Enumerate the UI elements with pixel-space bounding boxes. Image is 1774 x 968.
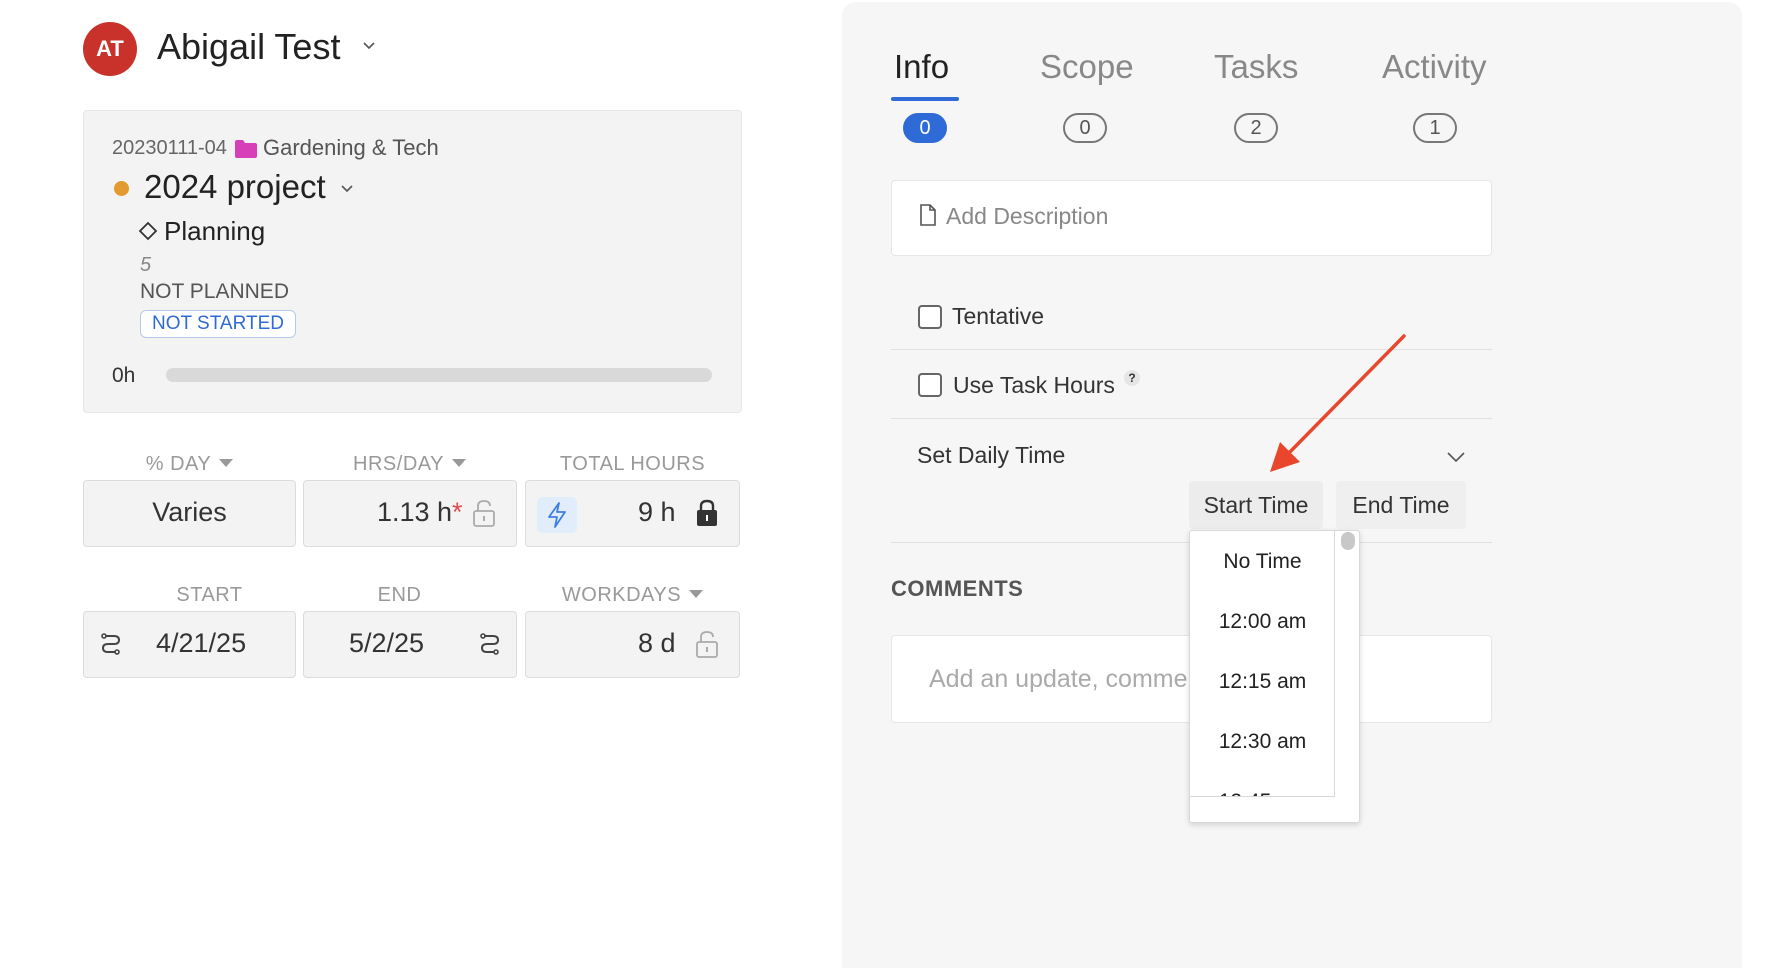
- annotation-arrow-icon: [1270, 334, 1406, 472]
- time-option[interactable]: 12:00 am: [1190, 592, 1334, 652]
- dependency-link-icon[interactable]: [478, 630, 502, 660]
- hrs-day-value: 1.13 h: [377, 497, 453, 527]
- start-date-value: 4/21/25: [156, 628, 247, 658]
- lock-icon[interactable]: [695, 498, 719, 528]
- total-hours-value: 9 h: [638, 497, 676, 527]
- time-option[interactable]: 12:15 am: [1190, 652, 1334, 712]
- active-tab-indicator: [891, 97, 959, 101]
- time-option[interactable]: 12:45 am: [1190, 772, 1334, 796]
- chevron-down-icon[interactable]: [1446, 449, 1466, 465]
- phase-number: 5: [140, 254, 152, 276]
- status-dot: [114, 181, 129, 196]
- chevron-down-icon[interactable]: [340, 182, 354, 196]
- start-time-button[interactable]: Start Time: [1189, 481, 1323, 529]
- total-hours-label: TOTAL HOURS: [559, 453, 706, 475]
- progress-bar: [166, 368, 712, 382]
- pct-day-label[interactable]: % DAY: [83, 453, 296, 476]
- caret-down-icon[interactable]: [219, 459, 234, 467]
- time-option[interactable]: 12:30 am: [1190, 712, 1334, 772]
- caret-down-icon[interactable]: [689, 590, 704, 598]
- help-icon[interactable]: ?: [1124, 370, 1140, 386]
- dependency-link-icon[interactable]: [99, 630, 123, 660]
- avatar[interactable]: AT: [83, 22, 137, 76]
- pct-day-value: Varies: [152, 497, 227, 527]
- document-icon: [920, 204, 936, 226]
- hours-worked: 0h: [112, 364, 136, 387]
- set-daily-time-label[interactable]: Set Daily Time: [917, 442, 1065, 469]
- end-label: END: [377, 584, 422, 606]
- required-mark: *: [452, 497, 463, 527]
- tab-scope[interactable]: Scope: [1040, 48, 1134, 86]
- unlock-icon[interactable]: [472, 498, 496, 528]
- description-placeholder[interactable]: Add Description: [946, 203, 1108, 230]
- tab-info[interactable]: Info: [894, 48, 949, 86]
- person-name[interactable]: Abigail Test: [157, 26, 340, 68]
- folder-icon: [235, 140, 257, 158]
- tentative-checkbox[interactable]: [918, 305, 942, 329]
- tab-tasks-count: 2: [1234, 113, 1278, 143]
- use-task-hours-checkbox[interactable]: [918, 373, 942, 397]
- end-date-value: 5/2/25: [349, 628, 425, 658]
- unlock-icon[interactable]: [695, 629, 719, 659]
- caret-down-icon[interactable]: [451, 459, 466, 467]
- hrs-day-label[interactable]: HRS/DAY: [303, 453, 516, 476]
- tab-activity[interactable]: Activity: [1382, 48, 1487, 86]
- diamond-icon: [138, 221, 158, 241]
- start-label: START: [176, 584, 243, 606]
- project-code: 20230111-04: [112, 137, 227, 159]
- workdays-label[interactable]: WORKDAYS: [525, 584, 740, 607]
- use-task-hours-label[interactable]: Use Task Hours: [953, 372, 1115, 399]
- start-time-dropdown[interactable]: No Time 12:00 am 12:15 am 12:30 am 12:45…: [1189, 530, 1360, 823]
- tab-activity-count: 1: [1413, 113, 1457, 143]
- chevron-down-icon[interactable]: [361, 38, 377, 54]
- time-options-list[interactable]: No Time 12:00 am 12:15 am 12:30 am 12:45…: [1190, 531, 1335, 797]
- project-name[interactable]: 2024 project: [144, 168, 326, 206]
- tab-scope-count: 0: [1063, 113, 1107, 143]
- status-badge[interactable]: NOT STARTED: [140, 310, 296, 338]
- scrollbar-thumb[interactable]: [1341, 532, 1355, 550]
- tentative-label[interactable]: Tentative: [952, 303, 1044, 330]
- client-name[interactable]: Gardening & Tech: [263, 135, 439, 161]
- time-option[interactable]: No Time: [1190, 532, 1334, 592]
- plan-status: NOT PLANNED: [140, 280, 289, 303]
- phase-name[interactable]: Planning: [164, 216, 265, 247]
- workdays-value: 8 d: [638, 628, 676, 658]
- lightning-icon: [548, 502, 566, 528]
- comments-heading: COMMENTS: [891, 576, 1024, 601]
- tab-info-count: 0: [903, 113, 947, 143]
- end-time-button[interactable]: End Time: [1336, 481, 1466, 529]
- tab-tasks[interactable]: Tasks: [1214, 48, 1298, 86]
